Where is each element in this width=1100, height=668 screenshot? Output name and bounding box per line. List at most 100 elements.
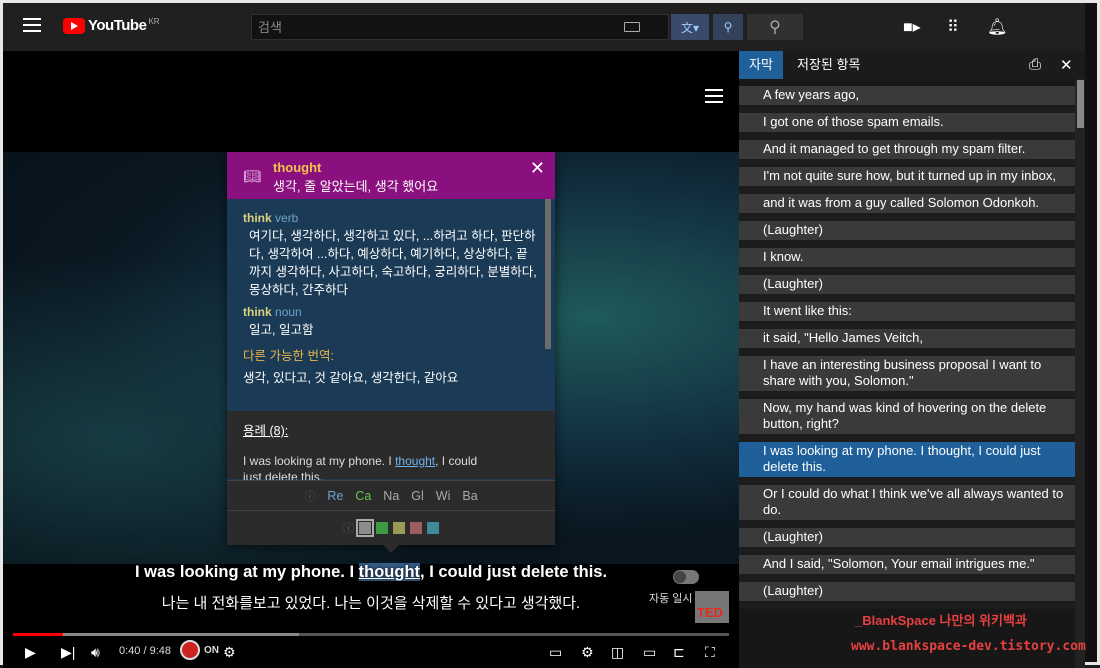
color-swatch[interactable] [393, 522, 405, 534]
miniplayer-icon[interactable]: ◫ [611, 644, 624, 661]
youtube-logo[interactable]: YouTube KR [63, 17, 160, 34]
other-translations-label: 다른 가능한 번역: [243, 349, 334, 363]
close-icon[interactable]: ✕ [1060, 56, 1073, 74]
dict-tab-wi[interactable]: Wi [436, 489, 451, 503]
info-icon[interactable]: ⓘ [343, 520, 354, 536]
transcript-line[interactable]: I'm not quite sure how, but it turned up… [739, 167, 1075, 194]
search-input[interactable] [252, 15, 612, 39]
color-swatch[interactable] [356, 519, 374, 537]
settings-icon[interactable]: ⚙ [581, 644, 594, 661]
time-display: 0:40 / 9:48 [119, 645, 171, 657]
masthead: YouTube KR 文▾ ⚲ ⚲ ■▸ ⠿ 🔔︎ [3, 3, 1085, 51]
theater-mode-icon[interactable]: ▭ [643, 644, 656, 661]
fullscreen-icon[interactable]: ⛶ [705, 644, 715, 661]
browser-frame: YouTube KR 文▾ ⚲ ⚲ ■▸ ⠿ 🔔︎ 📖︎ thought 생각,… [0, 0, 1100, 668]
transcript-line[interactable]: And it managed to get through my spam fi… [739, 140, 1075, 167]
definition-meanings: 여기다, 생각하다, 생각하고 있다, ...하려고 하다, 판단하다, 생각하… [249, 229, 537, 297]
color-swatch[interactable] [376, 522, 388, 534]
search-button[interactable]: ⚲ [747, 14, 803, 40]
print-icon[interactable]: ⎙ [1029, 56, 1041, 73]
tab-subtitles[interactable]: 자막 [739, 51, 783, 79]
definition-heading: think verb [243, 211, 539, 225]
transcript-line[interactable]: Or I could do what I think we've all alw… [739, 485, 1075, 528]
transcript-line[interactable]: It went like this: [739, 302, 1075, 329]
definition-meanings: 일고, 일고함 [249, 323, 314, 337]
examples-section: 용례 (8): I was looking at my phone. I tho… [227, 411, 555, 484]
tab-saved-items[interactable]: 저장된 항목 [787, 51, 870, 79]
translate-icon[interactable]: 文▾ [671, 14, 709, 40]
ted-label: TED [697, 605, 723, 620]
transcript-line[interactable]: it said, "Hello James Veitch, [739, 329, 1075, 356]
scrollbar-thumb[interactable] [1077, 80, 1084, 128]
example-text: , I could [435, 454, 478, 468]
volume-icon[interactable]: 🔊︎ [91, 644, 100, 661]
transcript-line[interactable]: Now, my hand was kind of hovering on the… [739, 399, 1075, 442]
extension-settings-icon[interactable]: ⚙ [223, 644, 236, 661]
dict-tab-na[interactable]: Na [383, 489, 399, 503]
menu-icon[interactable] [23, 18, 41, 32]
transcript-line[interactable]: (Laughter) [739, 221, 1075, 248]
transcript-line[interactable]: (Laughter) [739, 582, 1075, 609]
autoplay-toggle[interactable] [673, 570, 699, 584]
popup-pointer [383, 545, 399, 553]
color-swatch[interactable] [427, 522, 439, 534]
info-icon[interactable]: ⓘ [304, 488, 315, 504]
transcript-line[interactable]: (Laughter) [739, 275, 1075, 302]
dictionary-popup: 📖︎ thought 생각, 줄 알았는데, 생각 했어요 ✕ think ve… [227, 152, 555, 545]
definition-heading: think noun [243, 305, 539, 319]
transcript-line[interactable]: I got one of those spam emails. [739, 113, 1075, 140]
transcript-line[interactable]: and it was from a guy called Solomon Odo… [739, 194, 1075, 221]
translate-search-icon[interactable]: ⚲ [713, 14, 743, 40]
watermark-url: www.blankspace-dev.tistory.com [851, 639, 1086, 654]
popup-definitions: think verb 여기다, 생각하다, 생각하고 있다, ...하려고 하다… [227, 199, 555, 409]
notifications-bell-icon[interactable]: 🔔︎ [987, 17, 1007, 37]
panel-scrollbar[interactable] [1075, 79, 1085, 668]
transcript-line[interactable]: I was looking at my phone. I thought, I … [739, 442, 1075, 485]
dict-tab-ca[interactable]: Ca [355, 489, 371, 503]
logo-text: YouTube [88, 17, 147, 34]
search-box [251, 14, 669, 40]
progress-bar[interactable] [13, 633, 729, 636]
apps-icon[interactable]: ⠿ [947, 17, 959, 37]
video-menu-icon[interactable] [705, 89, 723, 103]
subtitles-icon[interactable]: ▭ [549, 644, 562, 661]
definition-type: verb [275, 211, 299, 225]
dict-tab-ba[interactable]: Ba [462, 489, 477, 503]
dict-tab-re[interactable]: Re [327, 489, 343, 503]
color-swatch[interactable] [410, 522, 422, 534]
search-icon: ⚲ [769, 19, 781, 36]
example-sentence: I was looking at my phone. I thought, I … [243, 453, 539, 484]
dictionary-book-icon: 📖︎ [243, 168, 261, 184]
play-icon[interactable]: ▶ [25, 644, 36, 661]
ted-logo[interactable]: TED [695, 591, 729, 623]
transcript-line[interactable]: (Laughter) [739, 528, 1075, 555]
transcript-panel: 자막 저장된 항목 ⎙ ✕ A few years ago, I got one … [739, 51, 1085, 668]
caption-english: I was looking at my phone. I thought, I … [3, 563, 739, 582]
example-highlight[interactable]: thought [395, 454, 435, 468]
popup-header: 📖︎ thought 생각, 줄 알았는데, 생각 했어요 ✕ [227, 152, 555, 199]
keyboard-icon[interactable] [624, 22, 640, 32]
close-icon[interactable]: ✕ [530, 158, 545, 179]
extension-badge-icon[interactable] [180, 640, 200, 660]
popup-word: thought [273, 160, 322, 175]
logo-region: KR [148, 17, 160, 26]
transcript-line[interactable]: I have an interesting business proposal … [739, 356, 1075, 399]
definition-word: think [243, 305, 272, 319]
example-text: I was looking at my phone. I [243, 454, 396, 468]
transcript-line[interactable]: I know. [739, 248, 1075, 275]
dict-tab-gl[interactable]: Gl [411, 489, 424, 503]
transcript-line[interactable]: And I said, "Solomon, Your email intrigu… [739, 555, 1075, 582]
next-icon[interactable]: ▶| [61, 644, 75, 661]
transcript-line[interactable]: A few years ago, [739, 86, 1075, 113]
caption-highlight-word[interactable]: thought [358, 563, 421, 581]
examples-link[interactable]: 용례 (8): [243, 420, 539, 439]
other-translations-value: 생각, 있다고, 것 같아요, 생각한다, 같아요 [243, 371, 459, 385]
watermark-title: _BlankSpace 나만의 위키백과 [855, 613, 1027, 628]
progress-played [13, 633, 64, 636]
create-video-icon[interactable]: ■▸ [903, 17, 921, 37]
popup-scrollbar[interactable] [545, 199, 551, 349]
caption-text: I was looking at my phone. I [134, 563, 359, 581]
cast-icon[interactable]: ⊏ [673, 644, 685, 661]
extension-on-label: ON [204, 645, 219, 656]
transcript-list: A few years ago, I got one of those spam … [739, 86, 1075, 609]
